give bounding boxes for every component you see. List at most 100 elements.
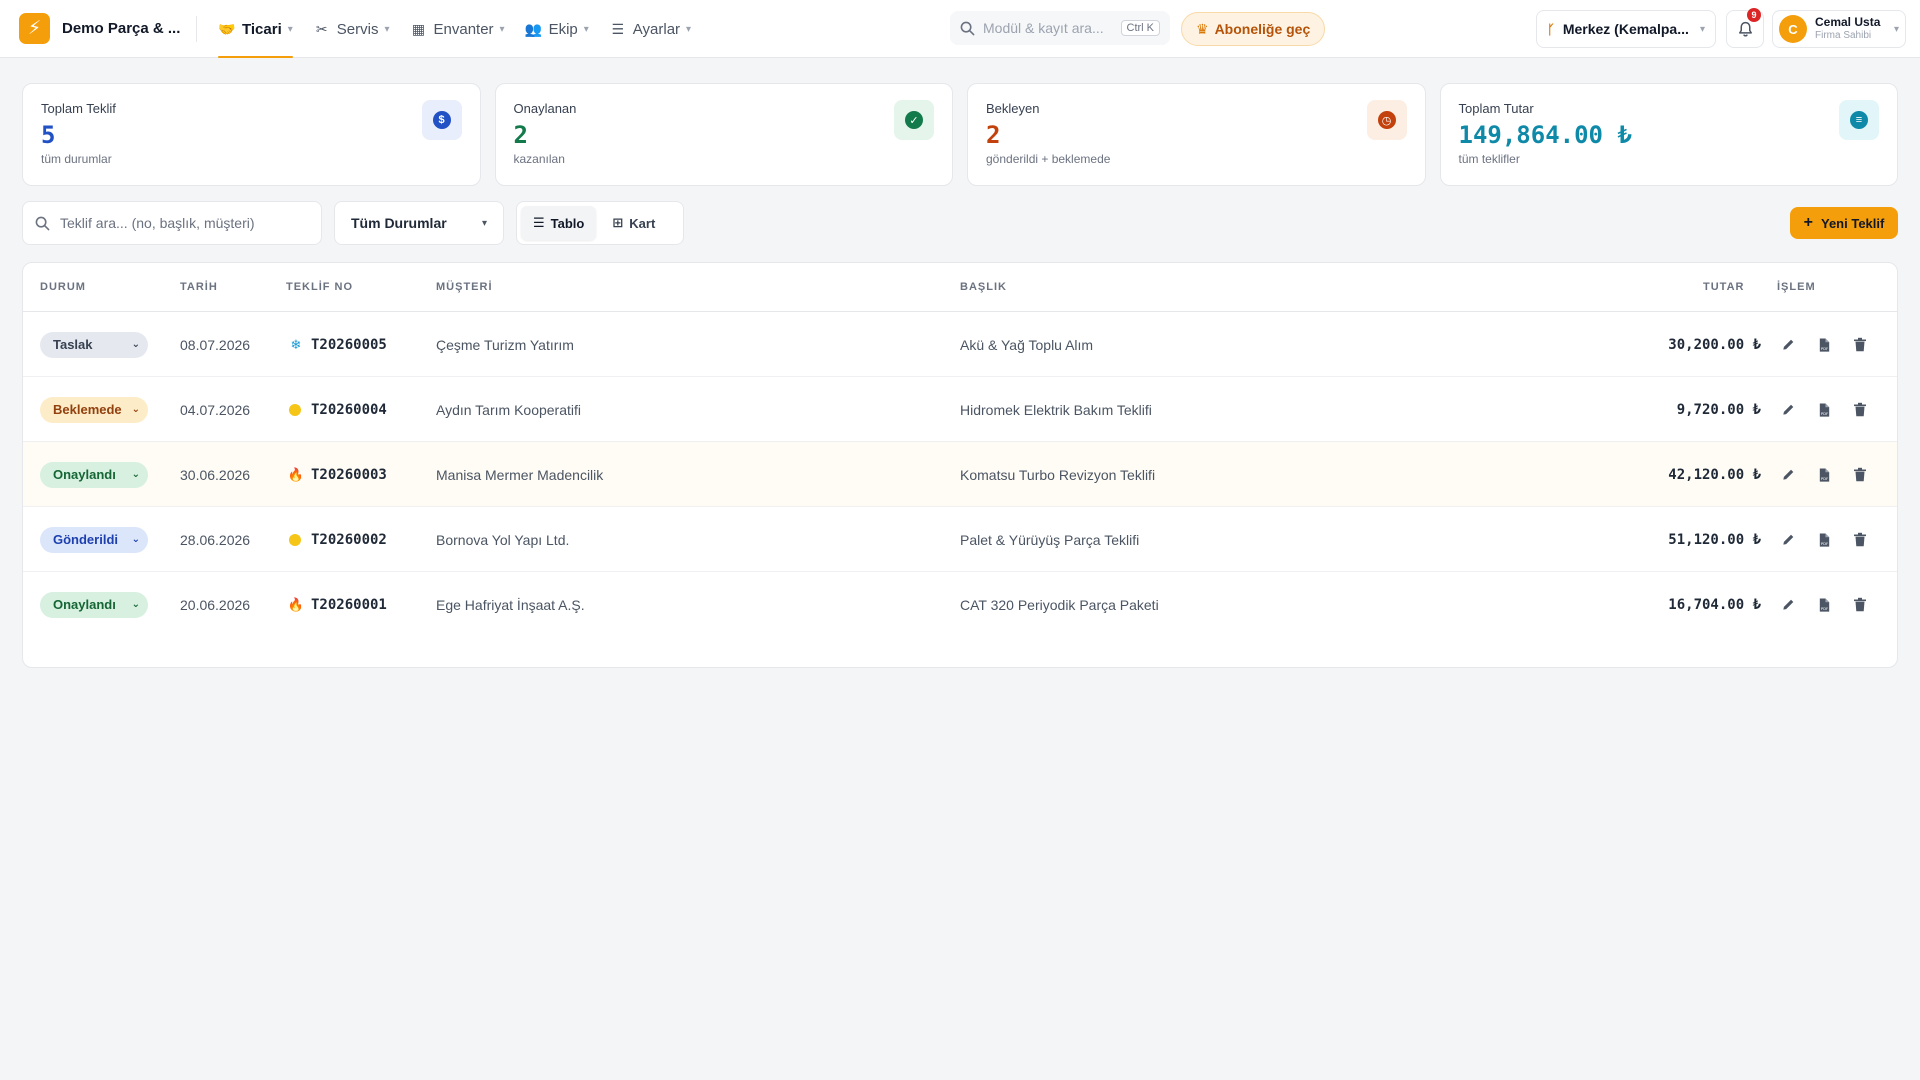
header-date[interactable]: TARİH (180, 281, 218, 293)
quote-number[interactable]: T20260005 (311, 337, 387, 353)
search-icon (960, 21, 975, 35)
new-quote-button[interactable]: + Yeni Teklif (1790, 207, 1898, 239)
chevron-down-icon: ▾ (583, 23, 589, 35)
date-cell: 20.06.2026 (180, 596, 251, 613)
lightning-logo-icon: ⚡ (19, 13, 50, 44)
search-icon (35, 216, 50, 230)
stat-subtitle: gönderildi + beklemede (986, 152, 1111, 166)
brand-name: Demo Parça & ... (62, 20, 181, 37)
pdf-button[interactable]: PDF (1809, 590, 1839, 620)
global-search[interactable]: Modül & kayıt ara... Ctrl K (950, 11, 1170, 45)
pencil-icon (1781, 597, 1796, 612)
branch-selector[interactable]: ᚴ Merkez (Kemalpa... ▾ (1536, 10, 1716, 48)
edit-button[interactable] (1773, 395, 1803, 425)
main-nav: 🤝 Ticari ▾ ✂ Servis ▾ ▦ Envanter ▾ 👥 Eki… (208, 0, 701, 58)
quote-number[interactable]: T20260004 (311, 402, 387, 418)
header-actions: İŞLEM (1777, 281, 1816, 293)
pdf-icon: PDF (1817, 597, 1832, 613)
customer-cell: Manisa Mermer Madencilik (436, 466, 604, 483)
chevron-down-icon: ⌄ (131, 534, 140, 545)
svg-text:PDF: PDF (1820, 412, 1827, 416)
table-row[interactable]: Onaylandı ⌄ 20.06.2026 🔥 T20260001 Ege Hafriy… (23, 572, 1897, 637)
status-filter-select[interactable]: Tüm Durumlar ▾ (334, 201, 504, 245)
view-card-label: Kart (629, 215, 656, 231)
stat-card: Bekleyen 2 gönderildi + beklemede ◷ (967, 83, 1426, 186)
check-circle-icon: ✓ (894, 100, 934, 140)
chevron-down-icon: ⌄ (131, 404, 140, 415)
pencil-icon (1781, 467, 1796, 482)
status-badge-select[interactable]: Onaylandı ⌄ (40, 461, 148, 488)
header-customer[interactable]: MÜŞTERİ (436, 281, 493, 293)
pdf-icon: PDF (1817, 402, 1832, 418)
pencil-icon (1781, 532, 1796, 547)
notifications-button[interactable]: 9 (1726, 8, 1764, 48)
status-badge-select[interactable]: Beklemede ⌄ (40, 396, 148, 423)
chevron-down-icon: ▾ (499, 23, 505, 35)
delete-button[interactable] (1845, 590, 1875, 620)
top-bar: ⚡ Demo Parça & ... 🤝 Ticari ▾ ✂ Servis ▾… (0, 0, 1920, 58)
header-amount[interactable]: TUTAR (1703, 281, 1744, 293)
delete-button[interactable] (1845, 330, 1875, 360)
coins-icon: ≡ (1839, 100, 1879, 140)
delete-button[interactable] (1845, 460, 1875, 490)
stat-value: 5 (41, 121, 56, 149)
nav-item-ekip[interactable]: 👥 Ekip ▾ (515, 0, 599, 58)
upgrade-button[interactable]: ♛ Aboneliğe geç (1181, 12, 1326, 46)
customer-cell: Ege Hafriyat İnşaat A.Ş. (436, 596, 585, 613)
nav-item-servis[interactable]: ✂ Servis ▾ (303, 0, 400, 58)
handshake-icon: 🤝 (218, 20, 236, 37)
edit-button[interactable] (1773, 330, 1803, 360)
nav-item-ayarlar[interactable]: ☰ Ayarlar ▾ (599, 0, 701, 58)
view-card-button[interactable]: ⊞ Kart (600, 206, 667, 240)
quote-number[interactable]: T20260003 (311, 467, 387, 483)
snowflake-icon: ❄ (290, 336, 302, 352)
view-table-button[interactable]: ☰ Tablo (521, 206, 597, 240)
trash-icon (1853, 532, 1867, 547)
quote-search-input[interactable] (60, 215, 300, 231)
quote-number[interactable]: T20260002 (311, 532, 387, 548)
edit-button[interactable] (1773, 590, 1803, 620)
delete-button[interactable] (1845, 395, 1875, 425)
edit-button[interactable] (1773, 525, 1803, 555)
user-name: Cemal Usta (1815, 15, 1881, 30)
pdf-icon: PDF (1817, 467, 1832, 483)
stat-card: Toplam Teklif 5 tüm durumlar $ (22, 83, 481, 186)
title-cell: Komatsu Turbo Revizyon Teklifi (960, 466, 1156, 483)
list-icon: ☰ (533, 215, 545, 230)
brand[interactable]: ⚡ Demo Parça & ... (19, 13, 180, 44)
trash-icon (1853, 597, 1867, 612)
delete-button[interactable] (1845, 525, 1875, 555)
pdf-button[interactable]: PDF (1809, 395, 1839, 425)
stat-subtitle: tüm durumlar (41, 152, 112, 166)
nav-item-envanter[interactable]: ▦ Envanter ▾ (400, 0, 515, 58)
status-badge-select[interactable]: Taslak ⌄ (40, 331, 148, 358)
table-row[interactable]: Beklemede ⌄ 04.07.2026 T20260004 Aydın Tarım… (23, 377, 1897, 442)
svg-text:PDF: PDF (1820, 347, 1827, 351)
header-status[interactable]: DURUM (40, 281, 86, 293)
quote-number[interactable]: T20260001 (311, 597, 387, 613)
table-row[interactable]: Taslak ⌄ 08.07.2026 ❄ T20260005 Çeşme Turizm … (23, 312, 1897, 377)
pdf-button[interactable]: PDF (1809, 460, 1839, 490)
nav-label: Ekip (548, 20, 578, 38)
status-badge-select[interactable]: Onaylandı ⌄ (40, 591, 148, 618)
title-cell: Palet & Yürüyüş Parça Teklifi (960, 531, 1140, 548)
status-badge-select[interactable]: Gönderildi ⌄ (40, 526, 148, 553)
user-menu[interactable]: C Cemal Usta Firma Sahibi ▾ (1772, 10, 1906, 48)
edit-button[interactable] (1773, 460, 1803, 490)
pdf-button[interactable]: PDF (1809, 525, 1839, 555)
view-table-label: Tablo (550, 215, 585, 231)
header-quote-no[interactable]: TEKLİF NO (286, 281, 353, 293)
title-cell: Akü & Yağ Toplu Alım (960, 336, 1094, 353)
table-row[interactable]: Onaylandı ⌄ 30.06.2026 🔥 T20260003 Manisa Mer… (23, 442, 1897, 507)
table-row[interactable]: Gönderildi ⌄ 28.06.2026 T20260002 Bornova Yo… (23, 507, 1897, 572)
pdf-button[interactable]: PDF (1809, 330, 1839, 360)
header-title[interactable]: BAŞLIK (960, 281, 1007, 293)
avatar: C (1779, 15, 1807, 43)
grid-icon: ⊞ (612, 215, 624, 230)
nav-label: Envanter (433, 20, 494, 38)
quote-search[interactable] (22, 201, 322, 245)
svg-text:PDF: PDF (1820, 477, 1827, 481)
stat-card: Toplam Tutar 149,864.00 ₺ tüm teklifler ≡ (1439, 83, 1898, 186)
pencil-icon (1781, 402, 1796, 417)
nav-item-ticari[interactable]: 🤝 Ticari ▾ (208, 0, 303, 58)
